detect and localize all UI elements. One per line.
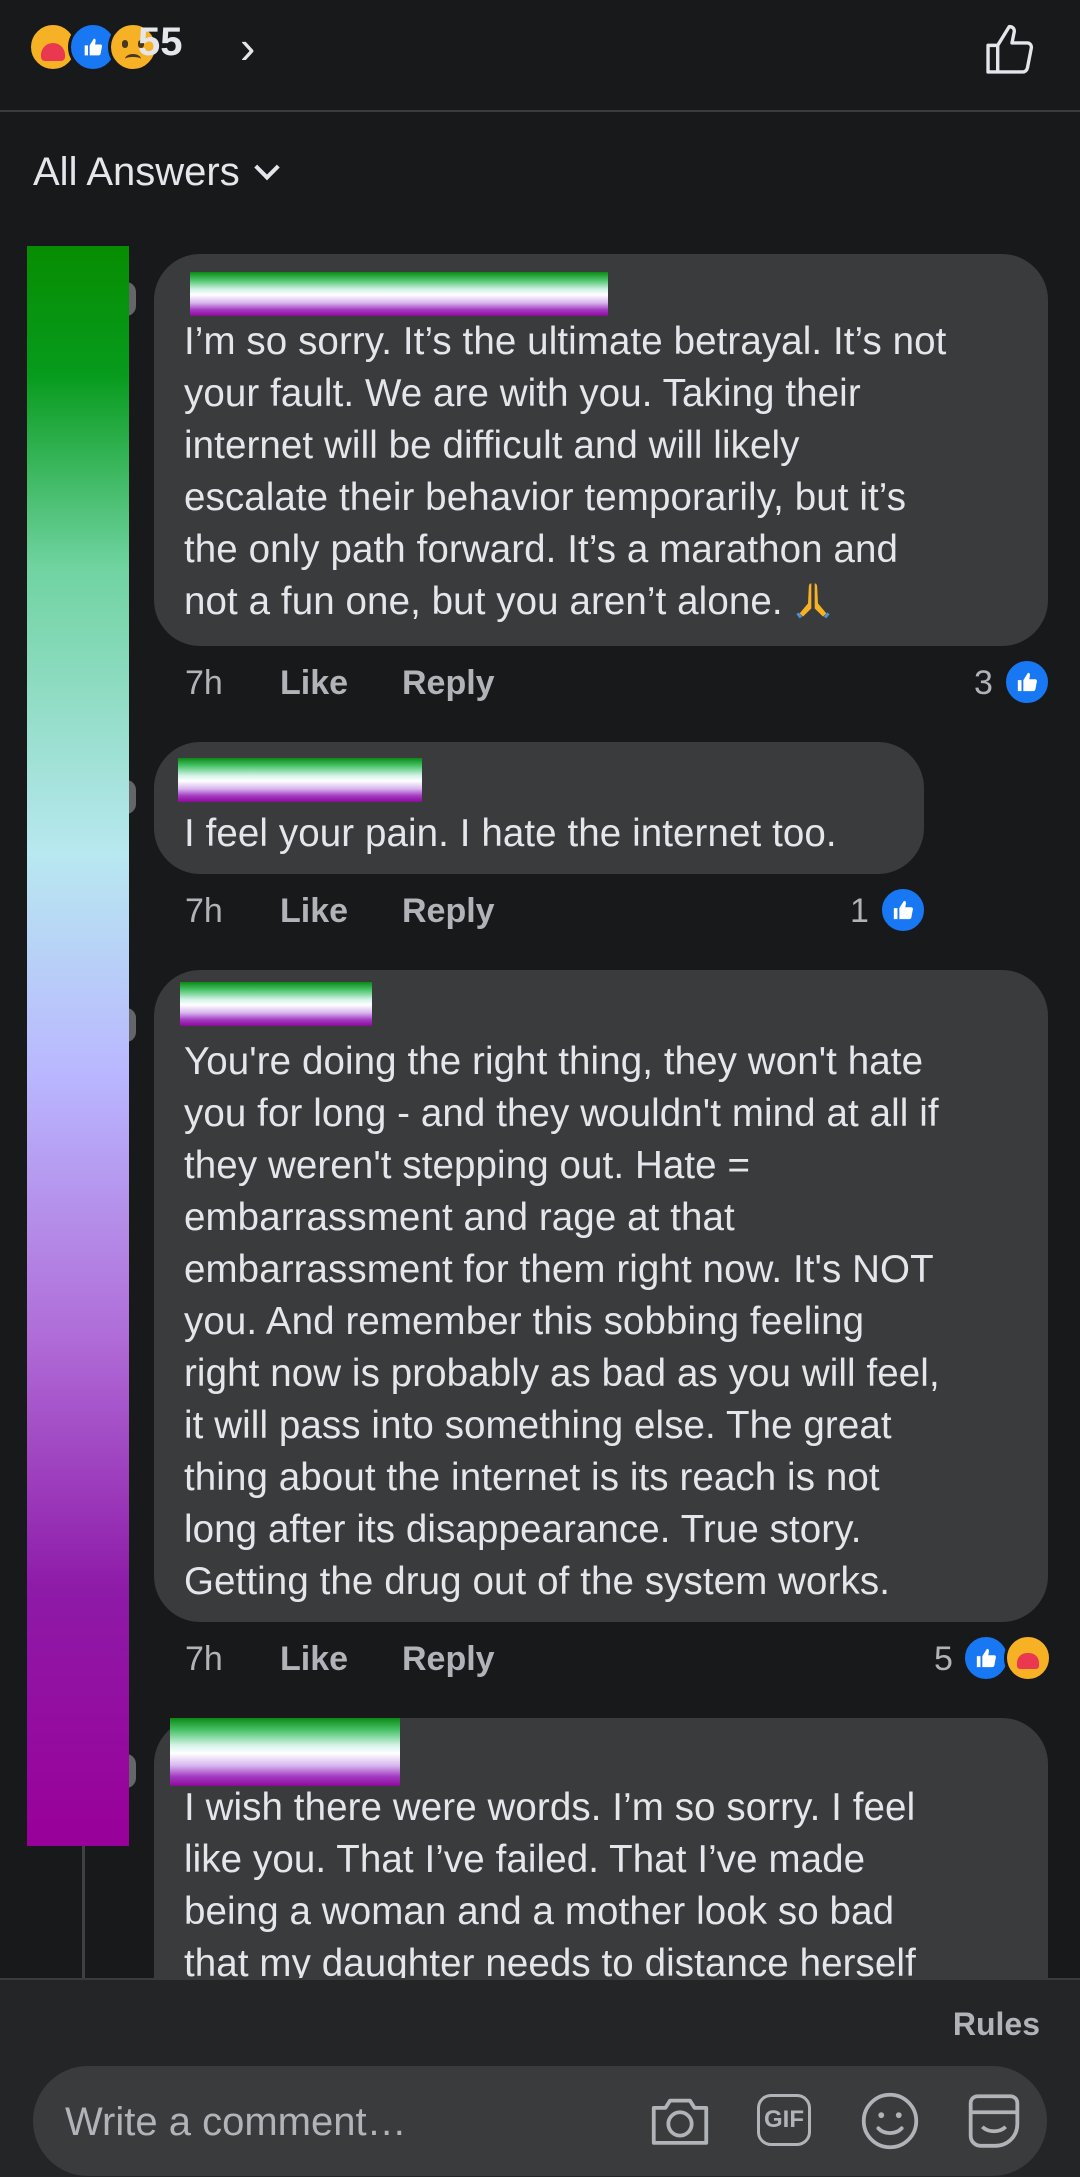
commenter-name[interactable] [178, 758, 422, 802]
like-icon[interactable] [879, 886, 927, 934]
comment-bubble: You're doing the right thing, they won't… [154, 970, 1048, 1622]
reply-button[interactable]: Reply [402, 1640, 495, 1679]
commenter-name[interactable] [180, 982, 372, 1026]
comment-time: 7h [185, 1640, 223, 1678]
reaction-count[interactable]: 5 [934, 1640, 953, 1679]
sticker-icon[interactable] [959, 2086, 1029, 2156]
commenter-name[interactable] [190, 272, 608, 316]
thread-line [82, 1846, 85, 1980]
comment-text: I’m so sorry. It’s the ultimate betrayal… [184, 320, 947, 623]
chevron-down-icon [254, 154, 280, 181]
comment-input[interactable] [63, 2086, 627, 2158]
reactions-header: 55 › [0, 0, 1080, 112]
emoji-icon[interactable] [855, 2086, 925, 2156]
comment-text: You're doing the right thing, they won't… [184, 1040, 940, 1603]
gif-icon[interactable]: GIF [751, 2086, 821, 2156]
chevron-right-icon[interactable]: › [240, 20, 255, 74]
reaction-count[interactable]: 3 [974, 664, 993, 703]
like-icon[interactable] [962, 1634, 1010, 1682]
comment-composer-bar: Rules GIF [0, 1978, 1080, 2177]
reply-button[interactable]: Reply [402, 892, 495, 931]
like-button[interactable]: Like [280, 1640, 348, 1679]
comment-time: 7h [185, 892, 223, 930]
sort-label: All Answers [33, 150, 240, 194]
comment-text: I wish there were words. I’m so sorry. I… [184, 1786, 916, 1985]
thumbs-up-outline-icon[interactable] [982, 20, 1040, 78]
commenter-name[interactable] [170, 1718, 400, 1786]
gif-label: GIF [757, 2094, 811, 2146]
folded-hands-icon [796, 583, 831, 619]
like-button[interactable]: Like [280, 664, 348, 703]
rules-link[interactable]: Rules [953, 2006, 1040, 2043]
sort-dropdown[interactable]: All Answers [33, 150, 280, 195]
comment-composer[interactable]: GIF [33, 2066, 1047, 2176]
reaction-count[interactable]: 1 [850, 892, 869, 931]
comment-bubble: I’m so sorry. It’s the ultimate betrayal… [154, 254, 1048, 646]
like-button[interactable]: Like [280, 892, 348, 931]
camera-icon[interactable] [645, 2086, 715, 2156]
like-icon[interactable] [1003, 658, 1051, 706]
comment-time: 7h [185, 664, 223, 702]
comment-bubble: I feel your pain. I hate the internet to… [154, 742, 924, 874]
reaction-count[interactable]: 55 [138, 20, 183, 65]
comment-text: I feel your pain. I hate the internet to… [184, 812, 837, 855]
care-icon[interactable] [1004, 1634, 1052, 1682]
redaction-bar [27, 246, 129, 1846]
reply-button[interactable]: Reply [402, 664, 495, 703]
